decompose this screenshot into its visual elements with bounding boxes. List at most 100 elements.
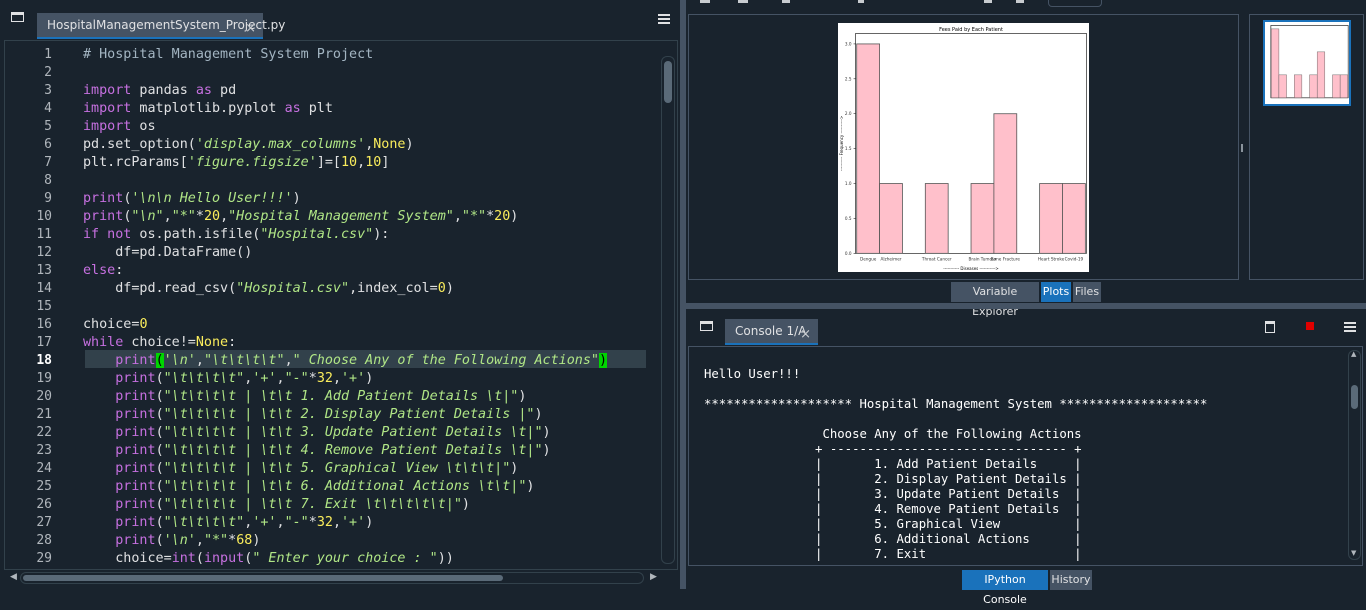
console-line: | 1. Add Patient Details | xyxy=(704,457,1082,471)
chart-bar xyxy=(1294,74,1303,99)
code-line[interactable]: print("\t\t\t\t | \t\t 7. Exit \t\t\t\t\… xyxy=(83,497,470,512)
horizontal-splitter[interactable] xyxy=(686,303,1366,309)
console-vertical-scrollbar[interactable]: ▲ ▼ xyxy=(1348,350,1361,560)
window-icon[interactable] xyxy=(700,321,713,331)
code-line[interactable]: import pandas as pd xyxy=(83,83,236,98)
code-line[interactable]: print("\t\t\t\t | \t\t 3. Update Patient… xyxy=(83,425,550,440)
chart-bar xyxy=(970,183,995,254)
line-number: 13 xyxy=(36,263,52,278)
console-output: Hello User!!! ******************** Hospit… xyxy=(689,347,1339,565)
chart-bar xyxy=(856,43,880,254)
code-line[interactable]: # Hospital Management System Project xyxy=(83,47,373,62)
code-line[interactable]: choice=0 xyxy=(83,317,148,332)
line-number: 7 xyxy=(44,155,52,170)
line-number: 11 xyxy=(36,227,52,242)
tab-variable-explorer[interactable]: Variable Explorer xyxy=(951,282,1039,318)
tab-history[interactable]: History xyxy=(1050,570,1092,590)
line-number: 17 xyxy=(36,335,52,350)
editor-horizontal-scrollbar[interactable] xyxy=(20,572,644,584)
ipython-console[interactable]: Hello User!!! ******************** Hospit… xyxy=(688,346,1363,566)
code-line[interactable]: print("\n","*"*20,"Hospital Management S… xyxy=(83,209,518,224)
scroll-left-arrow-icon[interactable]: ◀ xyxy=(10,572,17,582)
code-line[interactable]: import matplotlib.pyplot as plt xyxy=(83,101,333,116)
console-line: ******************** Hospital Management… xyxy=(704,397,1208,411)
code-line[interactable]: if not os.path.isfile("Hospital.csv"): xyxy=(83,227,389,242)
chart-bar xyxy=(1339,74,1348,99)
scroll-up-arrow-icon[interactable]: ▲ xyxy=(1351,350,1356,358)
code-line[interactable]: print("\t\t\t\t | \t\t 1. Add Patient De… xyxy=(83,389,526,404)
code-line[interactable]: print("\t\t\t\t",'+',"-"*32,'+') xyxy=(83,515,373,530)
plot-thumbnails xyxy=(1249,14,1364,280)
chart-title: Fees Paid by Each Patient xyxy=(939,27,1003,33)
stop-icon[interactable] xyxy=(1306,322,1314,330)
code-line[interactable]: print("\t\t\t\t | \t\t 5. Graphical View… xyxy=(83,461,518,476)
code-line[interactable]: pd.set_option('display.max_columns',None… xyxy=(83,137,414,152)
console-line: + -------------------------------- + xyxy=(704,442,1082,456)
code-line[interactable]: choice=int(input(" Enter your choice : "… xyxy=(83,551,454,566)
scrollbar-thumb[interactable] xyxy=(664,61,672,103)
toolbar-icon[interactable] xyxy=(984,0,992,3)
code-line[interactable]: else: xyxy=(83,263,123,278)
line-number: 16 xyxy=(36,317,52,332)
line-number: 1 xyxy=(44,47,52,62)
line-number: 27 xyxy=(36,515,52,530)
line-number: 22 xyxy=(36,425,52,440)
line-number: 9 xyxy=(44,191,52,206)
plot-pane: Dengue Alzheimer Throat Cancer Brain Tumour… xyxy=(688,14,1239,280)
line-number: 15 xyxy=(36,299,52,314)
tab-plots[interactable]: Plots xyxy=(1041,282,1071,302)
code-line[interactable]: print('\n',"*"*68) xyxy=(83,533,260,548)
line-number: 19 xyxy=(36,371,52,386)
code-line[interactable]: print('\n',"\t\t\t\t"," Choose Any of th… xyxy=(83,353,608,368)
toolbar-icon[interactable] xyxy=(700,0,710,3)
console-tabbar: Console 1/A × xyxy=(686,312,1366,345)
vertical-splitter[interactable] xyxy=(680,0,686,589)
line-number: 2 xyxy=(44,65,52,80)
console-tab[interactable]: Console 1/A × xyxy=(725,319,818,345)
code-line[interactable]: while choice!=None: xyxy=(83,335,236,350)
hamburger-menu-icon[interactable] xyxy=(1344,322,1356,332)
line-number: 26 xyxy=(36,497,52,512)
plot-figure: Dengue Alzheimer Throat Cancer Brain Tumour… xyxy=(838,23,1089,272)
scrollbar-thumb[interactable] xyxy=(23,575,503,581)
scroll-right-arrow-icon[interactable]: ▶ xyxy=(650,572,657,582)
chart-bar xyxy=(1278,74,1287,99)
code-line[interactable]: print("\t\t\t\t | \t\t 4. Remove Patient… xyxy=(83,443,550,458)
console-line: | 2. Display Patient Details | xyxy=(704,472,1082,486)
x-tick-label: Dengue xyxy=(860,256,877,261)
code-line[interactable]: df=pd.read_csv("Hospital.csv",index_col=… xyxy=(83,281,454,296)
code-line[interactable]: print("\t\t\t\t | \t\t 6. Additional Act… xyxy=(83,479,534,494)
y-tick-label: 0.0 xyxy=(845,251,852,256)
toolbar-icon[interactable] xyxy=(858,0,864,3)
code-line[interactable]: print("\t\t\t\t | \t\t 2. Display Patien… xyxy=(83,407,542,422)
chart-bar xyxy=(924,183,949,254)
line-number: 5 xyxy=(44,119,52,134)
x-tick-label: Alzheimer xyxy=(881,256,902,261)
scrollbar-thumb[interactable] xyxy=(1351,385,1358,409)
zoom-field[interactable] xyxy=(1048,0,1102,7)
line-number: 4 xyxy=(44,101,52,116)
code-line[interactable]: print('\n\n Hello User!!!') xyxy=(83,191,301,206)
trash-icon[interactable] xyxy=(1265,321,1275,333)
tab-ipython-console[interactable]: IPython Console xyxy=(962,570,1048,606)
code-line[interactable]: print("\t\t\t\t",'+',"-"*32,'+') xyxy=(83,371,373,386)
pane-splitter-handle[interactable] xyxy=(1241,144,1243,152)
y-tick-label: 1.5 xyxy=(845,146,852,151)
scroll-down-arrow-icon[interactable]: ▼ xyxy=(1351,549,1356,557)
code-line[interactable]: import os xyxy=(83,119,156,134)
console-line: | 5. Graphical View | xyxy=(704,517,1082,531)
close-icon[interactable]: × xyxy=(800,323,811,347)
x-tick-label: Covid-19 xyxy=(1065,256,1084,261)
toolbar-icon[interactable] xyxy=(738,0,748,3)
tab-files[interactable]: Files xyxy=(1073,282,1101,302)
code-line[interactable]: plt.rcParams['figure.figsize']=[10,10] xyxy=(83,155,389,170)
editor-vertical-scrollbar[interactable] xyxy=(661,56,675,564)
line-number: 8 xyxy=(44,173,52,188)
plot-thumbnail[interactable] xyxy=(1263,20,1351,106)
toolbar-icon[interactable] xyxy=(782,0,790,3)
toolbar-icon[interactable] xyxy=(1016,0,1024,3)
code-line[interactable]: df=pd.DataFrame() xyxy=(83,245,252,260)
line-number: 12 xyxy=(36,245,52,260)
plots-toolbar xyxy=(686,0,1366,12)
line-number: 21 xyxy=(36,407,52,422)
